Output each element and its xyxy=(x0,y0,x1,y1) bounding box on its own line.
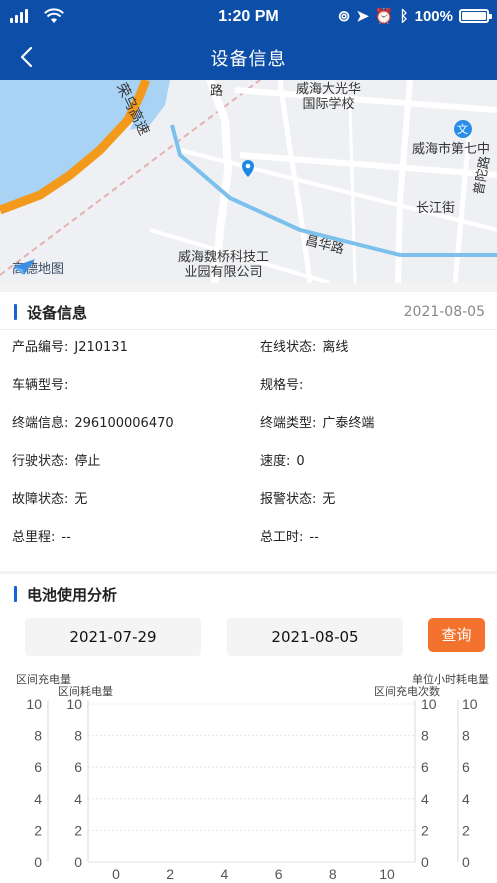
battery-percent: 100% xyxy=(414,7,453,25)
page-title: 设备信息 xyxy=(210,49,287,70)
y-tick-label: 0 xyxy=(462,854,470,870)
field-label: 在线状态: xyxy=(260,340,317,355)
amap-logo-icon xyxy=(13,259,35,275)
y-tick-label: 10 xyxy=(26,696,42,712)
y-tick-label: 0 xyxy=(34,854,42,870)
field-label: 行驶状态: xyxy=(12,454,69,469)
info-row: 终端信息: 296100006470 终端类型: 广泰终端 xyxy=(0,405,497,443)
nav-bar: 设备信息 xyxy=(0,34,497,80)
x-tick-label: 6 xyxy=(275,866,283,882)
field-label: 总工时: xyxy=(260,530,304,545)
total-hours-value: -- xyxy=(309,530,319,545)
x-tick-label: 10 xyxy=(379,866,395,882)
y-tick-label: 8 xyxy=(421,728,429,744)
y-tick-label: 4 xyxy=(74,791,82,807)
axis-caption: 区间充电量 xyxy=(16,672,71,686)
axis-caption: 单位小时耗电量 xyxy=(412,672,489,686)
info-row: 车辆型号: 规格号: xyxy=(0,367,497,405)
y-tick-label: 8 xyxy=(34,728,42,744)
product-number-value: J210131 xyxy=(74,340,128,355)
speed-value: 0 xyxy=(296,454,305,469)
school-badge-icon: 文 xyxy=(457,123,468,136)
info-row: 产品编号: J210131 在线状态: 离线 xyxy=(0,329,497,367)
y-tick-label: 10 xyxy=(462,696,478,712)
section-marker xyxy=(14,304,17,320)
info-row: 总里程: -- 总工时: -- xyxy=(0,519,497,557)
x-tick-label: 4 xyxy=(221,866,229,882)
y-tick-label: 2 xyxy=(421,822,429,838)
start-date-picker[interactable]: 2021-07-29 xyxy=(25,618,201,656)
field-label: 车辆型号: xyxy=(12,378,69,393)
terminal-type-value: 广泰终端 xyxy=(322,416,375,431)
total-mileage-value: -- xyxy=(61,530,71,545)
driving-status-value: 停止 xyxy=(74,454,101,469)
map-label-company: 威海魏桥科技工 业园有限公司 xyxy=(178,250,270,280)
device-info-date: 2021-08-05 xyxy=(403,304,485,320)
field-label: 故障状态: xyxy=(12,492,69,507)
alarm-icon: ⏰ xyxy=(374,8,394,25)
query-button[interactable]: 查询 xyxy=(428,618,485,652)
rotation-lock-icon: ⊚ xyxy=(337,8,351,25)
axis-caption: 区间耗电量 xyxy=(58,685,113,698)
field-label: 终端信息: xyxy=(12,416,69,431)
online-status-value: 离线 xyxy=(322,340,349,355)
y-tick-label: 4 xyxy=(34,791,42,807)
end-date-picker[interactable]: 2021-08-05 xyxy=(227,618,403,656)
field-label: 速度: xyxy=(260,454,291,469)
location-arrow-icon: ➤ xyxy=(356,8,369,25)
field-label: 规格号: xyxy=(260,378,304,393)
map-label-road-top: 路 xyxy=(210,84,224,99)
y-tick-label: 0 xyxy=(74,854,82,870)
map-label-school: 威海大光华 国际学校 xyxy=(296,82,362,112)
status-bar: 1:20 PM ⊚ ➤ ⏰ ᛒ 100% xyxy=(0,0,497,34)
battery-icon xyxy=(459,9,492,23)
y-tick-label: 8 xyxy=(462,728,470,744)
alarm-status-value: 无 xyxy=(322,492,336,507)
map-provider-logo: 高德地图 xyxy=(12,258,64,277)
y-tick-label: 4 xyxy=(421,791,429,807)
map-view[interactable]: 荣乌高速 路 威海大光华 国际学校 文 威海市第七中 普陀路 长江街 昌华路 威… xyxy=(0,80,497,283)
x-tick-label: 2 xyxy=(166,866,174,882)
y-tick-label: 0 xyxy=(421,854,429,870)
info-row: 故障状态: 无 报警状态: 无 xyxy=(0,481,497,519)
y-tick-label: 6 xyxy=(74,759,82,775)
field-label: 报警状态: xyxy=(260,492,317,507)
x-tick-label: 8 xyxy=(329,866,337,882)
y-tick-label: 6 xyxy=(34,759,42,775)
field-label: 终端类型: xyxy=(260,416,317,431)
field-label: 总里程: xyxy=(12,530,56,545)
y-tick-label: 2 xyxy=(34,822,42,838)
battery-chart: 0 2 4 6 8 10 0 2 4 6 8 10 0 2 4 6 8 10 0 2 4 6 8 10 区间充电量区间耗电量 区间… xyxy=(16,672,489,882)
battery-analysis-card: 电池使用分析 2021-07-29 2021-08-05 查询 0 2 4 6 8 10 0… xyxy=(0,574,497,883)
y-tick-label: 10 xyxy=(66,696,82,712)
field-label: 产品编号: xyxy=(12,340,69,355)
y-tick-label: 2 xyxy=(74,822,82,838)
x-tick-label: 0 xyxy=(112,866,120,882)
axis-caption: 区间充电次数 xyxy=(374,684,440,698)
y-tick-label: 6 xyxy=(421,759,429,775)
device-info-title: 设备信息 xyxy=(27,304,88,322)
y-tick-label: 4 xyxy=(462,791,470,807)
map-label-changjiang: 长江街 xyxy=(416,201,456,216)
info-row: 行驶状态: 停止 速度: 0 xyxy=(0,443,497,481)
bluetooth-icon: ᛒ xyxy=(399,7,409,25)
y-tick-label: 6 xyxy=(462,759,470,775)
device-info-card: 设备信息 2021-08-05 产品编号: J210131 在线状态: 离线 车辆型… xyxy=(0,292,497,571)
y-tick-label: 8 xyxy=(74,728,82,744)
y-tick-label: 2 xyxy=(462,822,470,838)
y-tick-label: 10 xyxy=(421,696,437,712)
terminal-info-value: 296100006470 xyxy=(74,416,174,431)
fault-status-value: 无 xyxy=(74,492,88,507)
